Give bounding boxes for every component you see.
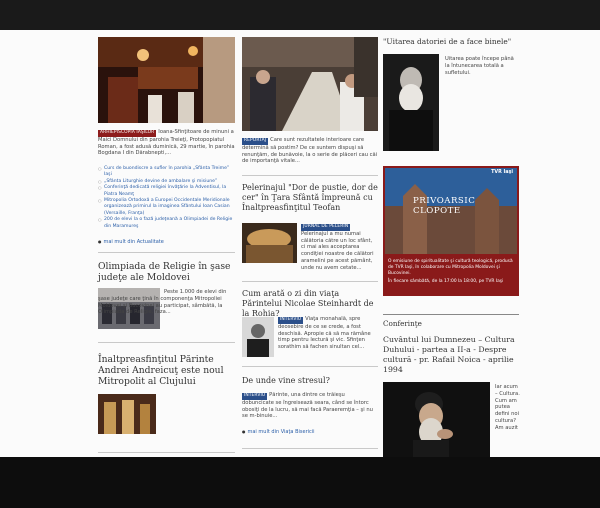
uitarea-text[interactable]: Uitarea poate începe până la întunecarea… [445,56,519,76]
divider [98,252,235,253]
church-interior-image [98,37,235,123]
pelerinaj-photo[interactable] [242,223,297,263]
category-tag[interactable]: INTERVIU [278,317,304,324]
ceremony-image [98,394,156,434]
divider [242,175,378,176]
conferinta-side-text[interactable]: Iar acum – Cultura. Cum am putea defini … [495,384,521,432]
temple-image [242,223,297,263]
category-tag[interactable]: REPORTAJ [242,138,269,145]
stres-text-block: INTERVIU Părinte, una dintre ce trăieşu d… [242,392,378,420]
category-tag[interactable]: INTERVIU [242,393,268,400]
web-page: ARHIEPISCOPIA IAŞILOR Ioana-Sfinţitoare d… [0,30,600,457]
mitropolit-photo[interactable] [98,394,156,434]
headline-olimpiada[interactable]: Olimpiada de Religie în şase judeţe ale … [98,261,235,283]
divider [98,452,235,453]
tv-show-schedule: În fiecare sâmbătă, de la 17:00 la 18:00… [388,279,504,284]
divider [383,314,519,315]
news-link[interactable]: Mitropolia Ortodoxă a Europei Occidental… [98,198,235,217]
news-links-list: Curs de buondiscre a sufler în parohia „… [98,166,235,230]
priest-portrait-image [383,382,490,457]
divider [242,448,378,449]
tv-channel-label: TVR Iaşi [491,170,513,175]
headline-conferinta[interactable]: Cuvântul lui Dumnezeu – Cultura Duhului … [383,335,519,375]
noica-photo[interactable] [383,382,490,457]
headline-steinhardt[interactable]: Cum arată o zi din viaţa Părintelui Nico… [242,289,378,319]
monastery-meal-image [242,37,378,131]
divider [242,366,378,367]
elder-photo[interactable] [383,54,439,151]
meal-text-block: REPORTAJ Care sunt rezultatele interioare… [242,137,378,165]
headline-stres[interactable]: De unde vine stresul? [242,376,378,386]
meal-photo[interactable] [242,37,378,131]
category-tag[interactable]: ARHIEPISCOPIA IAŞILOR [98,130,157,137]
monitor-bottom-bezel [0,457,600,508]
pelerinaj-text[interactable]: Pelerinajul a mu numai călătoria către u… [301,231,374,271]
news-intro: ARHIEPISCOPIA IAŞILOR Ioana-Sfinţitoare d… [98,129,235,157]
more-church-life-link[interactable]: mai mult din Viaţa Bisericii [242,428,315,436]
news-link[interactable]: Conferinţă dedicată religiei învăţărie l… [98,185,235,198]
section-conferinte[interactable]: Conferinţe [383,319,422,328]
pelerinaj-text-block: JURNAL DE PELERINPelerinajul a mu numai … [301,223,378,272]
elder-portrait-image [383,54,439,151]
portrait-image [242,317,274,357]
tv-show-title: PRIVOARSIC CLOPOTE [413,196,476,216]
divider [98,342,235,343]
divider [242,281,378,282]
church-interior-photo[interactable] [98,37,235,123]
more-news-link[interactable]: mai mult din Actualitate [98,238,164,246]
news-link[interactable]: Curs de buondiscre a sufler în parohia „… [98,166,235,179]
headline-uitarea[interactable]: "Uitarea datoriei de a face binele" [383,37,519,46]
steinhardt-photo[interactable] [242,317,274,357]
news-link[interactable]: 200 de elevi la o fază judeţeană a Olimp… [98,217,235,230]
tv-show-description: O emisiune de spiritualitate şi cultură … [388,259,513,276]
tv-show-banner[interactable]: TVR Iaşi PRIVOARSIC CLOPOTE O emisiune d… [383,166,519,296]
headline-pelerinaj[interactable]: Pelerinajul "Dor de pustie, dor de cer" … [242,183,378,213]
steinhardt-text-block: INTERVIU Viaţa monahală, spre deosebire d… [278,316,378,351]
monitor-top-bezel [0,0,600,30]
category-tag[interactable]: JURNAL DE PELERIN [301,224,351,231]
headline-mitropolit[interactable]: Înaltpreasfinţitul Părinte Andrei Andrei… [98,354,235,387]
olimpiada-text[interactable]: Peste 1.000 de elevi din şase judeţe car… [98,289,235,316]
